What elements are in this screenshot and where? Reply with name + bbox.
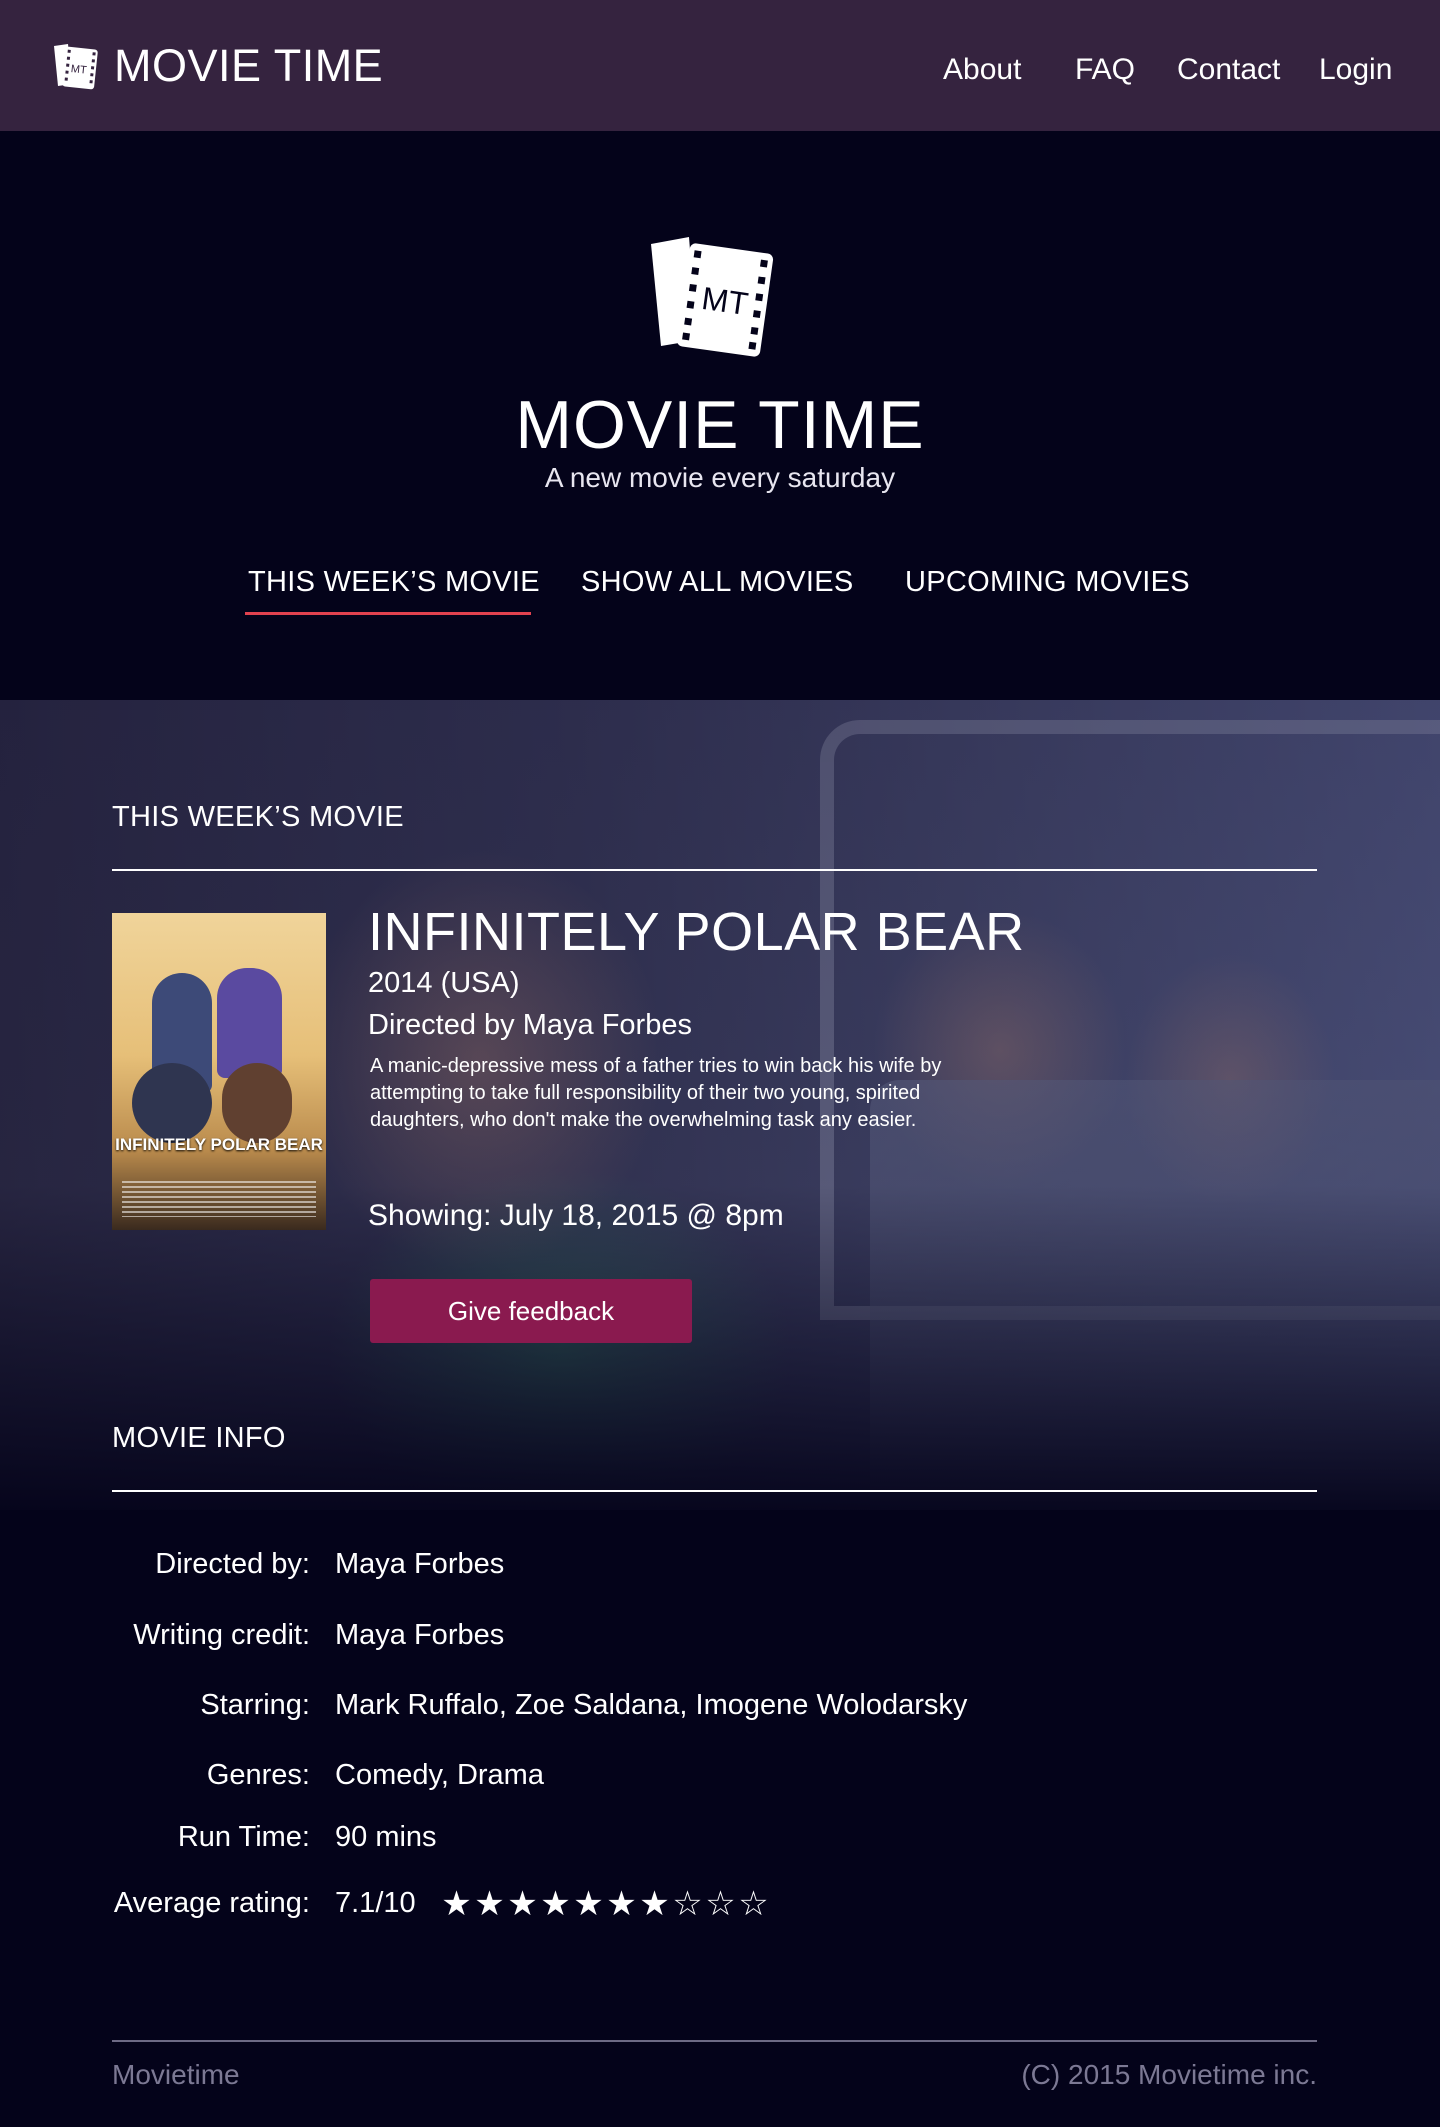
rating-stars: ★ ★ ★ ★ ★ ★ ★ ☆ ☆ ☆	[440, 1887, 770, 1921]
movie-director: Directed by Maya Forbes	[368, 1009, 692, 1041]
tab-upcoming-movies[interactable]: UPCOMING MOVIES	[905, 566, 1190, 599]
info-label-starring: Starring:	[200, 1689, 310, 1721]
logo-text: MT	[70, 63, 87, 77]
info-value-directed-by: Maya Forbes	[335, 1548, 505, 1580]
nav-faq[interactable]: FAQ	[1075, 53, 1135, 87]
info-label-writing-credit: Writing credit:	[133, 1619, 310, 1651]
poster-figure	[217, 968, 282, 1078]
divider	[112, 869, 1317, 871]
info-value-writing-credit: Maya Forbes	[335, 1619, 505, 1651]
footer-copyright: (C) 2015 Movietime inc.	[1021, 2059, 1317, 2090]
star-outline-icon: ☆	[705, 1884, 736, 1924]
info-label-directed-by: Directed by:	[155, 1548, 310, 1580]
star-filled-icon: ★	[474, 1884, 505, 1924]
info-label-average-rating: Average rating:	[113, 1887, 310, 1919]
info-value-average-rating: 7.1/10	[335, 1887, 416, 1919]
site-title: MOVIE TIME	[515, 387, 925, 463]
section-title-this-week: THIS WEEK’S MOVIE	[112, 801, 404, 833]
star-filled-icon: ★	[606, 1884, 637, 1924]
showing-time: Showing: July 18, 2015 @ 8pm	[368, 1199, 784, 1232]
movie-year: 2014 (USA)	[368, 967, 520, 999]
brand-name: MOVIE TIME	[114, 40, 384, 91]
divider	[112, 1490, 1317, 1492]
info-label-genres: Genres:	[206, 1759, 310, 1791]
star-outline-icon: ☆	[738, 1884, 769, 1924]
movie-poster[interactable]: INFINITELY POLAR BEAR	[112, 913, 326, 1230]
info-value-genres: Comedy, Drama	[335, 1759, 544, 1791]
brand-link[interactable]: MT MOVIE TIME	[50, 38, 383, 94]
star-filled-icon: ★	[507, 1884, 538, 1924]
ticket-film-icon: MT	[54, 44, 98, 90]
poster-figure	[132, 1063, 212, 1143]
nav-contact[interactable]: Contact	[1177, 53, 1280, 87]
tab-this-weeks-movie[interactable]: THIS WEEK’S MOVIE	[248, 566, 540, 599]
star-filled-icon: ★	[540, 1884, 571, 1924]
poster-credits	[122, 1181, 316, 1217]
star-filled-icon: ★	[573, 1884, 604, 1924]
logo-text: MT	[700, 280, 751, 322]
star-filled-icon: ★	[639, 1884, 670, 1924]
movie-title: INFINITELY POLAR BEAR	[368, 902, 1025, 962]
nav-login[interactable]: Login	[1319, 53, 1392, 87]
active-tab-indicator	[245, 612, 531, 615]
star-filled-icon: ★	[441, 1884, 472, 1924]
footer-brand[interactable]: Movietime	[112, 2059, 240, 2091]
poster-figure	[222, 1063, 292, 1143]
info-label-run-time: Run Time:	[177, 1821, 310, 1853]
tab-show-all-movies[interactable]: SHOW ALL MOVIES	[581, 566, 854, 599]
info-value-run-time: 90 mins	[335, 1821, 437, 1853]
section-title-movie-info: MOVIE INFO	[112, 1422, 286, 1454]
ticket-film-icon: MT	[651, 237, 774, 357]
give-feedback-button[interactable]: Give feedback	[370, 1279, 692, 1343]
top-bar: MT MOVIE TIME About FAQ Contact Login	[0, 0, 1440, 131]
poster-title: INFINITELY POLAR BEAR	[115, 1135, 323, 1154]
info-value-starring: Mark Ruffalo, Zoe Saldana, Imogene Wolod…	[335, 1689, 968, 1721]
site-subtitle: A new movie every saturday	[544, 462, 896, 493]
footer-divider	[112, 2040, 1317, 2042]
star-outline-icon: ☆	[672, 1884, 703, 1924]
nav-about[interactable]: About	[943, 53, 1021, 87]
movie-synopsis: A manic-depressive mess of a father trie…	[370, 1055, 942, 1131]
